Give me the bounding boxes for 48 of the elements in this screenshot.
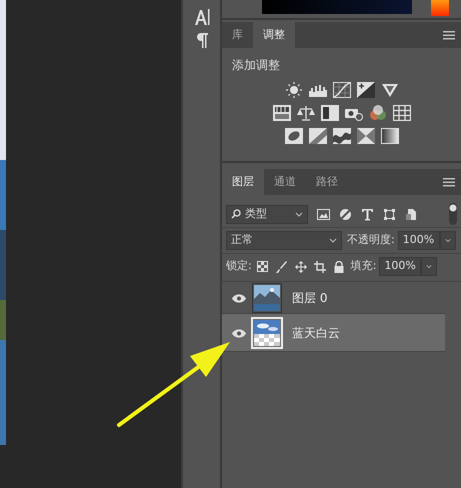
panel-tab[interactable]: 库 [222,22,253,48]
filter-dropdown[interactable]: 类型 [226,204,308,224]
split-square-icon[interactable] [320,105,338,121]
shape-icon[interactable] [383,208,396,220]
histogram-icon[interactable] [308,82,326,98]
menu-icon[interactable] [443,178,455,186]
brightness-icon[interactable] [284,82,302,98]
caret-icon [295,212,303,216]
paragraph-icon[interactable] [196,32,208,48]
panel-tab[interactable]: 调整 [253,22,295,48]
balance-icon[interactable] [296,105,314,121]
layer-name: 图层 0 [292,290,328,306]
adjustment-icon[interactable] [339,208,352,220]
type-icon[interactable] [361,208,374,220]
color-swatch [431,0,449,16]
gradient-map-icon[interactable] [380,128,398,144]
fill-label: 填充: [350,258,376,274]
eye-icon[interactable] [232,294,246,303]
exposure-icon[interactable] [356,82,374,98]
curves-icon[interactable] [332,82,350,98]
opacity-field[interactable]: 100% [398,231,440,250]
panel-tab[interactable]: 图层 [222,169,264,195]
caret-icon [444,238,451,243]
blend-mode-dropdown[interactable]: 正常 [226,231,342,250]
lock-label: 锁定: [226,258,252,274]
triangle-icon[interactable] [380,82,398,98]
adjustments-title: 添加调整 [232,57,280,74]
fill-field[interactable]: 100% [379,257,422,276]
search-icon [231,209,241,219]
move-icon[interactable] [294,260,307,272]
panel-tab[interactable]: 通道 [264,169,306,195]
smart-object-icon[interactable] [405,208,418,220]
opacity-label: 不透明度: [347,232,395,248]
checkerboard-icon[interactable] [256,260,269,272]
filter-toggle[interactable] [449,203,457,225]
crop-icon[interactable] [314,260,326,272]
menu-icon[interactable] [443,30,455,40]
panel-tab[interactable]: 路径 [306,169,348,195]
eye-icon[interactable] [232,328,246,338]
character-icon[interactable] [194,8,210,26]
lock-icon[interactable] [332,260,345,272]
grid-icon[interactable] [392,105,410,121]
layer-name: 蓝天白云 [292,324,340,342]
caret-icon [426,264,432,269]
image-icon[interactable] [317,208,330,220]
brush-icon[interactable] [276,260,288,272]
caret-icon [329,238,337,243]
layer-row[interactable]: 蓝天白云 [222,314,445,352]
